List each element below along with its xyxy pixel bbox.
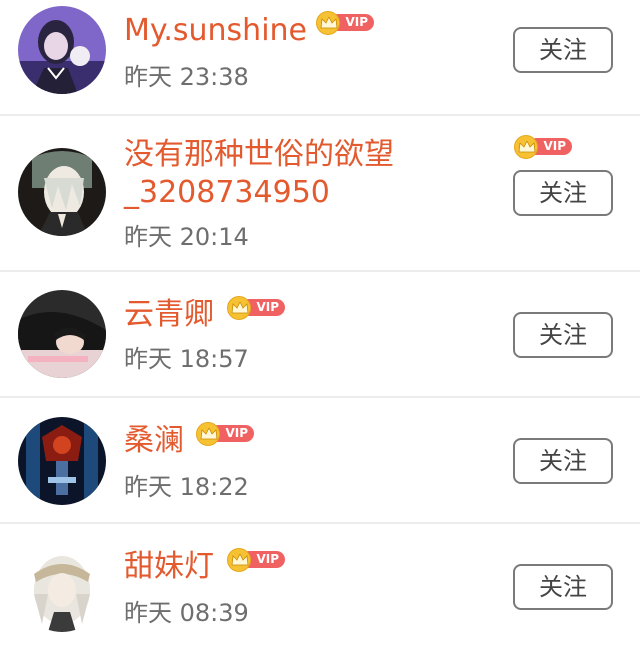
follow-button[interactable]: 关注 bbox=[513, 564, 613, 610]
follow-list: My.sunshine VIP 昨天 23:38 关注 没有那种世俗的欲望 _3… bbox=[0, 0, 640, 648]
username[interactable]: 云青卿 bbox=[124, 296, 214, 334]
crown-icon bbox=[316, 11, 340, 35]
avatar[interactable] bbox=[18, 417, 106, 505]
list-item[interactable]: 云青卿 VIP 昨天 18:57 关注 bbox=[0, 272, 640, 396]
list-item[interactable]: My.sunshine VIP 昨天 23:38 关注 bbox=[0, 0, 640, 114]
timestamp: 昨天 23:38 bbox=[124, 63, 249, 91]
username-line-2[interactable]: _3208734950 bbox=[124, 174, 330, 212]
timestamp: 昨天 18:22 bbox=[124, 473, 249, 501]
timestamp: 昨天 08:39 bbox=[124, 599, 249, 627]
follow-button[interactable]: 关注 bbox=[513, 170, 613, 216]
avatar[interactable] bbox=[18, 148, 106, 236]
vip-badge: VIP bbox=[227, 296, 285, 320]
crown-icon bbox=[196, 422, 220, 446]
vip-badge: VIP bbox=[227, 548, 285, 572]
crown-icon bbox=[227, 548, 251, 572]
follow-button[interactable]: 关注 bbox=[513, 27, 613, 73]
timestamp: 昨天 20:14 bbox=[124, 223, 249, 251]
list-item[interactable]: 没有那种世俗的欲望 _3208734950 VIP 昨天 20:14 关注 bbox=[0, 116, 640, 270]
avatar[interactable] bbox=[18, 6, 106, 94]
username-line-1[interactable]: 没有那种世俗的欲望 bbox=[124, 136, 394, 174]
avatar[interactable] bbox=[18, 290, 106, 378]
follow-button[interactable]: 关注 bbox=[513, 312, 613, 358]
username[interactable]: 桑澜 bbox=[124, 422, 184, 460]
username[interactable]: My.sunshine bbox=[124, 12, 307, 50]
list-item[interactable]: 桑澜 VIP 昨天 18:22 关注 bbox=[0, 398, 640, 522]
vip-badge: VIP bbox=[514, 135, 572, 159]
avatar[interactable] bbox=[18, 544, 106, 632]
crown-icon bbox=[514, 135, 538, 159]
vip-badge: VIP bbox=[316, 11, 374, 35]
username[interactable]: 甜妹灯 bbox=[124, 548, 214, 586]
list-item[interactable]: 甜妹灯 VIP 昨天 08:39 关注 bbox=[0, 524, 640, 648]
crown-icon bbox=[227, 296, 251, 320]
follow-button[interactable]: 关注 bbox=[513, 438, 613, 484]
timestamp: 昨天 18:57 bbox=[124, 345, 249, 373]
vip-badge: VIP bbox=[196, 422, 254, 446]
